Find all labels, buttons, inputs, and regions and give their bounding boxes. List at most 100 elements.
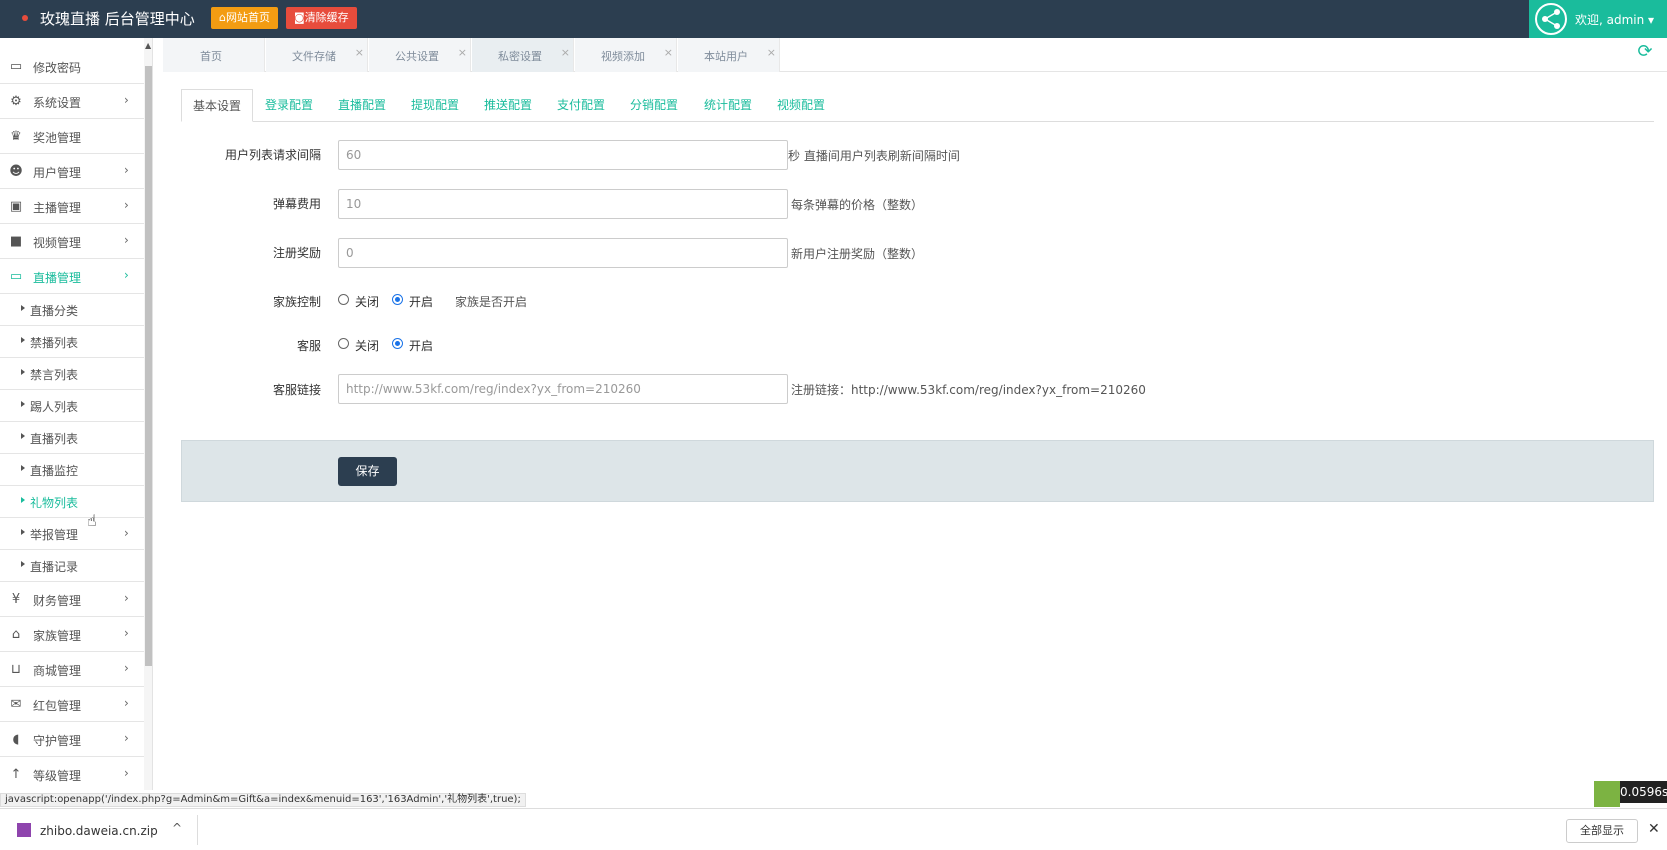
sidebar: ▭ 修改密码 ⚙ 系统设置 › ♛ 奖池管理 ☻ 用户管理 › ▣ 主播管理 ›… [0, 38, 153, 790]
family-control-label: 家族控制 [272, 295, 321, 309]
sidebar-subitem-kick-list[interactable]: 踢人列表 [0, 390, 144, 422]
tab-label: 首页 [200, 50, 222, 63]
interval-input[interactable]: 60 [338, 140, 788, 170]
clear-cache-button[interactable]: ◙清除缓存 [286, 7, 357, 29]
tab-file-storage[interactable]: 文件存储 × [266, 38, 368, 72]
show-all-button[interactable]: 全部显示 [1566, 819, 1638, 843]
desktop-icon: ▭ [9, 269, 23, 284]
scrollbar-thumb[interactable] [145, 66, 152, 666]
register-reward-input[interactable]: 0 [338, 238, 788, 268]
sidebar-item-label: 修改密码 [33, 61, 82, 75]
hand-cursor-icon: ☝ [87, 511, 97, 530]
refresh-icon[interactable]: ⟳ [1635, 42, 1655, 62]
service-on-radio[interactable] [392, 338, 403, 349]
service-off-radio[interactable] [338, 338, 349, 349]
bank-icon: ⌂ [11, 627, 21, 642]
tab-stats-config[interactable]: 统计配置 [704, 89, 752, 122]
family-off-radio[interactable] [338, 294, 349, 305]
sidebar-subitem-live-records[interactable]: 直播记录 [0, 550, 144, 582]
sidebar-item-label: 视频管理 [33, 236, 82, 250]
family-off-label: 关闭 [355, 295, 380, 309]
service-link-input[interactable]: http://www.53kf.com/reg/index?yx_from=21… [338, 374, 788, 404]
sidebar-item-level[interactable]: ↑ 等级管理 › [0, 758, 144, 790]
sidebar-subitem-label: 举报管理 [30, 528, 79, 542]
sidebar-subitem-live-category[interactable]: 直播分类 [0, 294, 144, 326]
sidebar-item-shop[interactable]: ⊔ 商城管理 › [0, 653, 144, 687]
status-url: javascript:openapp('/index.php?g=Admin&m… [0, 793, 526, 807]
service-label: 客服 [296, 339, 321, 353]
sidebar-item-videos[interactable]: ■ 视频管理 › [0, 225, 144, 259]
scroll-up-arrow-icon[interactable]: ▲ [145, 41, 151, 50]
caret-right-icon [21, 497, 25, 503]
family-on-label: 开启 [409, 295, 434, 309]
close-icon[interactable]: × [767, 46, 776, 59]
sidebar-item-label: 商城管理 [33, 664, 82, 678]
users-icon: ☻ [9, 164, 23, 179]
sidebar-subitem-label: 直播监控 [30, 464, 79, 478]
leaf-logo-icon [1594, 781, 1620, 807]
tab-push-config[interactable]: 推送配置 [484, 89, 532, 122]
sidebar-item-label: 红包管理 [33, 699, 82, 713]
close-icon[interactable]: × [664, 46, 673, 59]
user-menu[interactable]: 欢迎, admin ▾ [1529, 0, 1667, 38]
sidebar-subitem-reports[interactable]: 举报管理 › [0, 518, 144, 550]
site-home-button[interactable]: ⌂网站首页 [211, 7, 278, 29]
monitor-icon: ▭ [9, 59, 23, 74]
tab-video-config[interactable]: 视频配置 [777, 89, 825, 122]
family-on-radio[interactable] [392, 294, 403, 305]
tab-distribution-config[interactable]: 分销配置 [630, 89, 678, 122]
tab-label: 公共设置 [395, 50, 439, 63]
save-button[interactable]: 保存 [338, 457, 397, 486]
sidebar-item-users[interactable]: ☻ 用户管理 › [0, 155, 144, 189]
sidebar-item-prize-pool[interactable]: ♛ 奖池管理 [0, 120, 144, 154]
sidebar-subitem-live-monitor[interactable]: 直播监控 [0, 454, 144, 486]
tab-live-config[interactable]: 直播配置 [338, 89, 386, 122]
sidebar-subitem-label: 礼物列表 [30, 496, 79, 510]
sidebar-item-anchors[interactable]: ▣ 主播管理 › [0, 190, 144, 224]
sidebar-item-finance[interactable]: ¥ 财务管理 › [0, 583, 144, 617]
download-filename[interactable]: zhibo.daweia.cn.zip [40, 824, 158, 838]
close-icon[interactable]: × [561, 46, 570, 59]
sidebar-subitem-gift-list[interactable]: 礼物列表 [0, 486, 144, 518]
tab-public-settings[interactable]: 公共设置 × [369, 38, 471, 72]
register-reward-label: 注册奖励 [272, 246, 321, 260]
sidebar-item-label: 财务管理 [33, 594, 82, 608]
id-badge-icon: ▣ [9, 199, 23, 214]
barrage-fee-hint: 每条弹幕的价格（整数） [791, 198, 924, 212]
sidebar-item-family[interactable]: ⌂ 家族管理 › [0, 618, 144, 652]
close-icon[interactable]: × [458, 46, 467, 59]
sidebar-item-change-password[interactable]: ▭ 修改密码 [0, 50, 144, 84]
sidebar-subitem-label: 直播列表 [30, 432, 79, 446]
sidebar-subitem-live-list[interactable]: 直播列表 [0, 422, 144, 454]
service-on-label: 开启 [409, 339, 434, 353]
sidebar-item-red-packet[interactable]: ✉ 红包管理 › [0, 688, 144, 722]
sidebar-scrollbar[interactable]: ▲ [144, 38, 152, 790]
sidebar-item-live[interactable]: ▭ 直播管理 › [0, 260, 144, 294]
caret-right-icon [21, 337, 25, 343]
family-hint: 家族是否开启 [455, 295, 528, 309]
barrage-fee-input[interactable]: 10 [338, 189, 788, 219]
service-link-label: 客服链接 [272, 383, 321, 397]
close-icon[interactable]: ✕ [1648, 821, 1660, 837]
tab-login-config[interactable]: 登录配置 [265, 89, 313, 122]
tab-payment-config[interactable]: 支付配置 [557, 89, 605, 122]
tab-site-users[interactable]: 本站用户 × [678, 38, 780, 72]
sidebar-item-label: 奖池管理 [33, 131, 82, 145]
sidebar-item-system-settings[interactable]: ⚙ 系统设置 › [0, 85, 144, 119]
settings-tabs: 基本设置 登录配置 直播配置 提现配置 推送配置 支付配置 分销配置 统计配置 … [181, 89, 1654, 122]
yen-icon: ¥ [11, 592, 21, 607]
close-icon[interactable]: × [355, 46, 364, 59]
tab-video-add[interactable]: 视频添加 × [575, 38, 677, 72]
sidebar-subitem-ban-list[interactable]: 禁播列表 [0, 326, 144, 358]
download-bar: zhibo.daweia.cn.zip ^ 全部显示 ✕ [0, 808, 1667, 850]
page-timer: 0.0596s [1620, 781, 1667, 803]
tab-home[interactable]: 首页 [163, 38, 265, 72]
tab-basic-settings[interactable]: 基本设置 [181, 89, 254, 122]
chevron-up-icon[interactable]: ^ [172, 821, 182, 835]
sidebar-subitem-mute-list[interactable]: 禁言列表 [0, 358, 144, 390]
tab-withdraw-config[interactable]: 提现配置 [411, 89, 459, 122]
page-tab-bar: 首页 文件存储 × 公共设置 × 私密设置 × 视频添加 × 本站用户 × [163, 38, 1667, 72]
sidebar-item-guard[interactable]: ◖ 守护管理 › [0, 723, 144, 757]
tab-private-settings[interactable]: 私密设置 × [472, 38, 574, 72]
tab-label: 本站用户 [704, 50, 748, 63]
